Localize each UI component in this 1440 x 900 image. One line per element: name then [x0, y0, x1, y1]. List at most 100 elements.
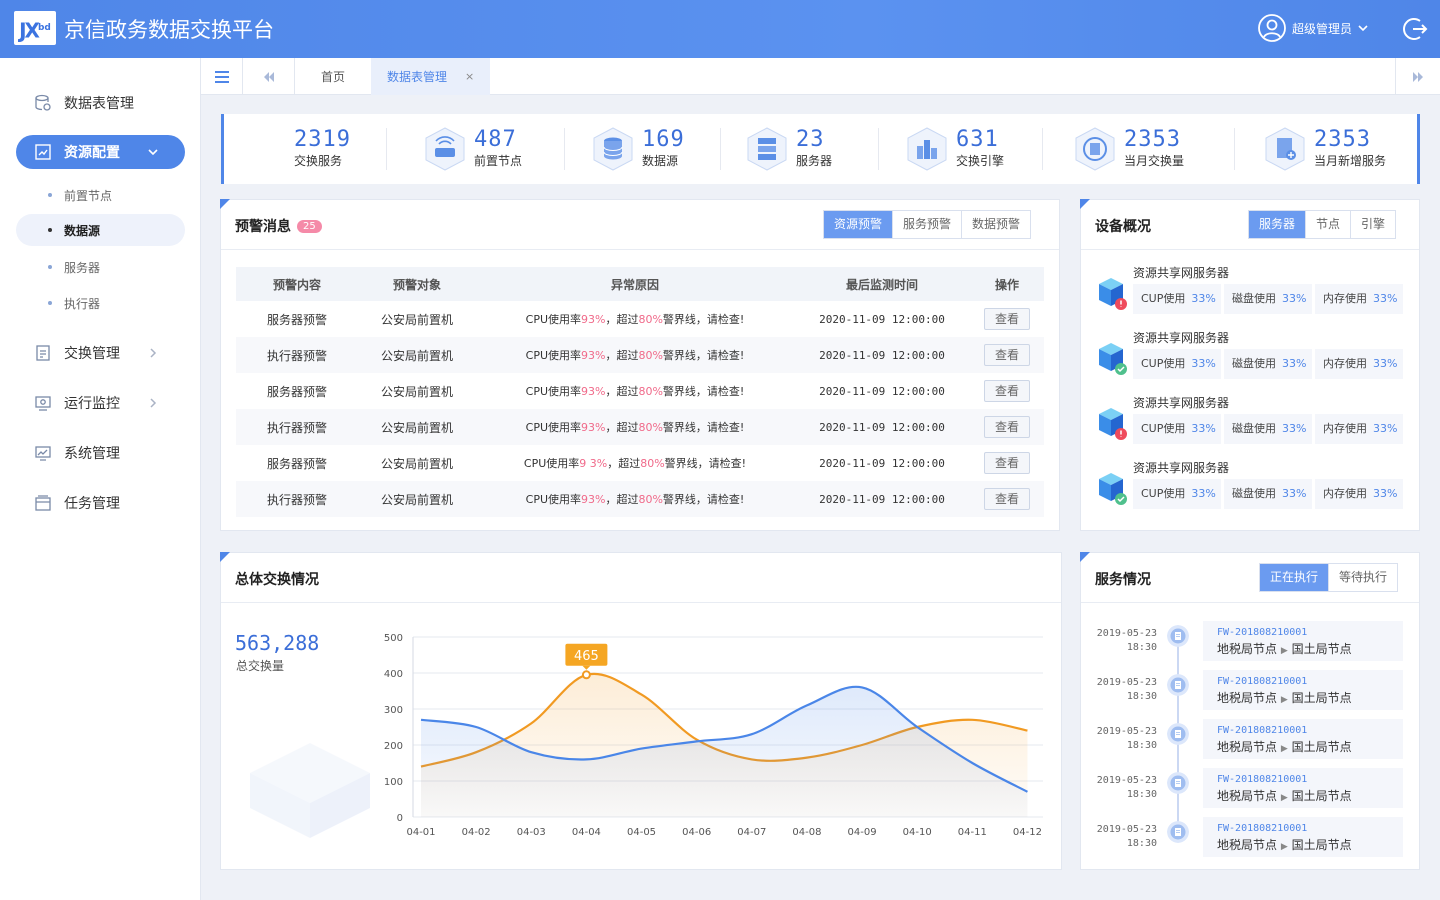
exchange-cycle-icon	[1075, 127, 1115, 171]
warning-target: 公安局前置机	[380, 456, 453, 471]
server-cube-warning-icon	[1099, 278, 1127, 310]
chevron-down-icon	[1358, 25, 1368, 32]
tab-scroll-right-button[interactable]	[1395, 58, 1440, 95]
filter-node-button[interactable]: 节点	[1306, 211, 1352, 238]
filter-waiting-button[interactable]: 等待执行	[1329, 564, 1397, 591]
double-chevron-left-icon	[263, 71, 274, 82]
view-button[interactable]: 查看	[984, 452, 1030, 474]
cpu-usage: CUP使用 33%	[1133, 479, 1221, 509]
stat-front-node[interactable]: 487 前置节点	[422, 126, 522, 172]
warning-reason: CPU使用率93%，超过80%警界线，请检查!	[476, 337, 794, 373]
x-tick-label: 04-04	[572, 827, 601, 838]
tab-scroll-left-button[interactable]	[243, 58, 295, 95]
service-item[interactable]: 2019-05-23 18:30 FW-201808210001 地税局节点 ▶ 国土…	[1081, 719, 1417, 773]
filter-resource-warning-button[interactable]: 资源预警	[824, 211, 894, 238]
sidebar-subitem-front-node[interactable]: 前置节点	[16, 179, 185, 211]
x-tick-label: 04-06	[682, 827, 711, 838]
warning-time: 2020-11-09 12:00:00	[819, 384, 945, 398]
view-button[interactable]: 查看	[984, 488, 1030, 510]
service-item[interactable]: 2019-05-23 18:30 FW-201808210001 地税局节点 ▶ 国土…	[1081, 621, 1417, 675]
cpu-usage: CUP使用 33%	[1133, 349, 1221, 379]
service-id: FW-201808210001	[1217, 823, 1308, 834]
service-item[interactable]: 2019-05-23 18:30 FW-201808210001 地税局节点 ▶ 国土…	[1081, 817, 1417, 871]
x-tick-label: 04-12	[1013, 827, 1042, 838]
device-name: 资源共享网服务器	[1133, 396, 1230, 410]
warning-content: 执行器预警	[236, 409, 358, 445]
view-button[interactable]: 查看	[984, 380, 1030, 402]
warnings-table: 预警内容 预警对象 异常原因 最后监测时间 操作 服务器预警 公安局前置机 CPU使…	[236, 267, 1044, 517]
document-icon	[1167, 821, 1189, 843]
menu-toggle-button[interactable]	[201, 58, 243, 95]
stat-monthly-new-service[interactable]: 2353 当月新增服务	[1262, 126, 1386, 172]
service-route: 地税局节点 ▶ 国土局节点	[1217, 642, 1352, 656]
service-item[interactable]: 2019-05-23 18:30 FW-201808210001 地税局节点 ▶ 国土…	[1081, 670, 1417, 724]
filter-engine-button[interactable]: 引擎	[1351, 211, 1395, 238]
view-button[interactable]: 查看	[984, 344, 1030, 366]
view-button[interactable]: 查看	[984, 308, 1030, 330]
hamburger-icon	[214, 70, 229, 83]
filter-service-warning-button[interactable]: 服务预警	[893, 211, 963, 238]
stat-monthly-exchange[interactable]: 2353 当月交换量	[1072, 126, 1184, 172]
server-cube-warning-icon	[1099, 408, 1127, 440]
service-route: 地税局节点 ▶ 国土局节点	[1217, 838, 1352, 852]
arrow-right-icon: ▶	[1280, 695, 1288, 705]
memory-usage: 内存使用 33%	[1315, 349, 1403, 379]
server-cube-ok-icon	[1099, 343, 1127, 375]
sidebar-item-table-management[interactable]: 数据表管理	[16, 86, 185, 120]
document-icon	[1167, 772, 1189, 794]
document-icon	[1167, 674, 1189, 696]
filter-running-button[interactable]: 正在执行	[1260, 564, 1330, 591]
warning-time: 2020-11-09 12:00:00	[794, 481, 970, 517]
filter-data-warning-button[interactable]: 数据预警	[962, 211, 1030, 238]
close-tab-icon[interactable]: ×	[465, 70, 474, 83]
logout-icon[interactable]	[1402, 16, 1428, 42]
view-button[interactable]: 查看	[984, 416, 1030, 438]
service-datetime: 2019-05-23 18:30	[1096, 824, 1157, 849]
x-tick-label: 04-10	[903, 827, 932, 838]
tooltip-arrow	[582, 665, 591, 670]
device-item[interactable]: 资源共享网服务器 CUP使用 33% 磁盘使用 33% 内存使用 33%	[1097, 394, 1407, 448]
sidebar-item-task-management[interactable]: 任务管理	[16, 486, 185, 520]
device-item[interactable]: 资源共享网服务器 CUP使用 33% 磁盘使用 33% 内存使用 33%	[1097, 264, 1407, 318]
table-row: 执行器预警 公安局前置机 CPU使用率93%，超过80%警界线，请检查! 2020-1…	[236, 481, 1044, 517]
devices-panel: 设备概况 服务器 节点 引擎 资源共享网服务器 CUP使用 33% 磁盘使用 33% 内存…	[1080, 199, 1420, 531]
warning-reason: CPU使用率93%，超过80%警界线，请检查!	[476, 481, 794, 517]
stat-datasource[interactable]: 169 数据源	[590, 126, 685, 172]
service-id: FW-201808210001	[1217, 725, 1308, 736]
filter-server-button[interactable]: 服务器	[1249, 211, 1307, 238]
tab-table-management[interactable]: 数据表管理 ×	[371, 58, 491, 95]
warning-reason: CPU使用率9 3%，超过80%警界线，请检查!	[523, 457, 747, 470]
cpu-usage: CUP使用 33%	[1133, 414, 1221, 444]
sidebar-subitem-datasource[interactable]: 数据源	[16, 214, 185, 246]
warning-content: 执行器预警	[236, 337, 358, 373]
stat-server[interactable]: 23 服务器	[744, 126, 832, 172]
sidebar-item-resource-config[interactable]: 资源配置	[16, 135, 185, 169]
sidebar-item-runtime-monitor[interactable]: 运行监控	[16, 386, 185, 420]
column-header: 操作	[970, 267, 1044, 301]
task-icon	[35, 495, 51, 511]
stat-exchange-engine[interactable]: 631 交换引擎	[904, 126, 1004, 172]
service-id: FW-201808210001	[1217, 676, 1308, 687]
sidebar-item-exchange-management[interactable]: 交换管理	[16, 336, 185, 370]
tab-home[interactable]: 首页	[321, 58, 345, 95]
device-item[interactable]: 资源共享网服务器 CUP使用 33% 磁盘使用 33% 内存使用 33%	[1097, 329, 1407, 383]
user-menu[interactable]: 超级管理员	[1258, 14, 1368, 42]
y-tick-label: 400	[384, 669, 403, 680]
sidebar-subitem-server[interactable]: 服务器	[16, 251, 185, 283]
devices-title: 设备概况	[1095, 219, 1151, 235]
device-name: 资源共享网服务器	[1133, 266, 1230, 280]
warning-target: 公安局前置机	[358, 409, 476, 445]
stat-exchange-service[interactable]: 2319 交换服务	[294, 126, 351, 172]
x-tick-label: 04-01	[406, 827, 435, 838]
warning-time: 2020-11-09 12:00:00	[819, 456, 945, 470]
device-item[interactable]: 资源共享网服务器 CUP使用 33% 磁盘使用 33% 内存使用 33%	[1097, 459, 1407, 513]
sidebar-subitem-executor[interactable]: 执行器	[16, 287, 185, 319]
table-row: 执行器预警 公安局前置机 CPU使用率93%，超过80%警界线，请检查! 2020-1…	[236, 337, 1044, 373]
database-icon	[593, 127, 633, 171]
service-item[interactable]: 2019-05-23 18:30 FW-201808210001 地税局节点 ▶ 国土…	[1081, 768, 1417, 822]
router-icon	[425, 127, 465, 171]
server-cube-ok-icon	[1099, 473, 1127, 505]
sidebar-item-system-management[interactable]: 系统管理	[16, 436, 185, 470]
config-icon	[35, 144, 51, 160]
warning-content: 服务器预警	[266, 384, 327, 399]
